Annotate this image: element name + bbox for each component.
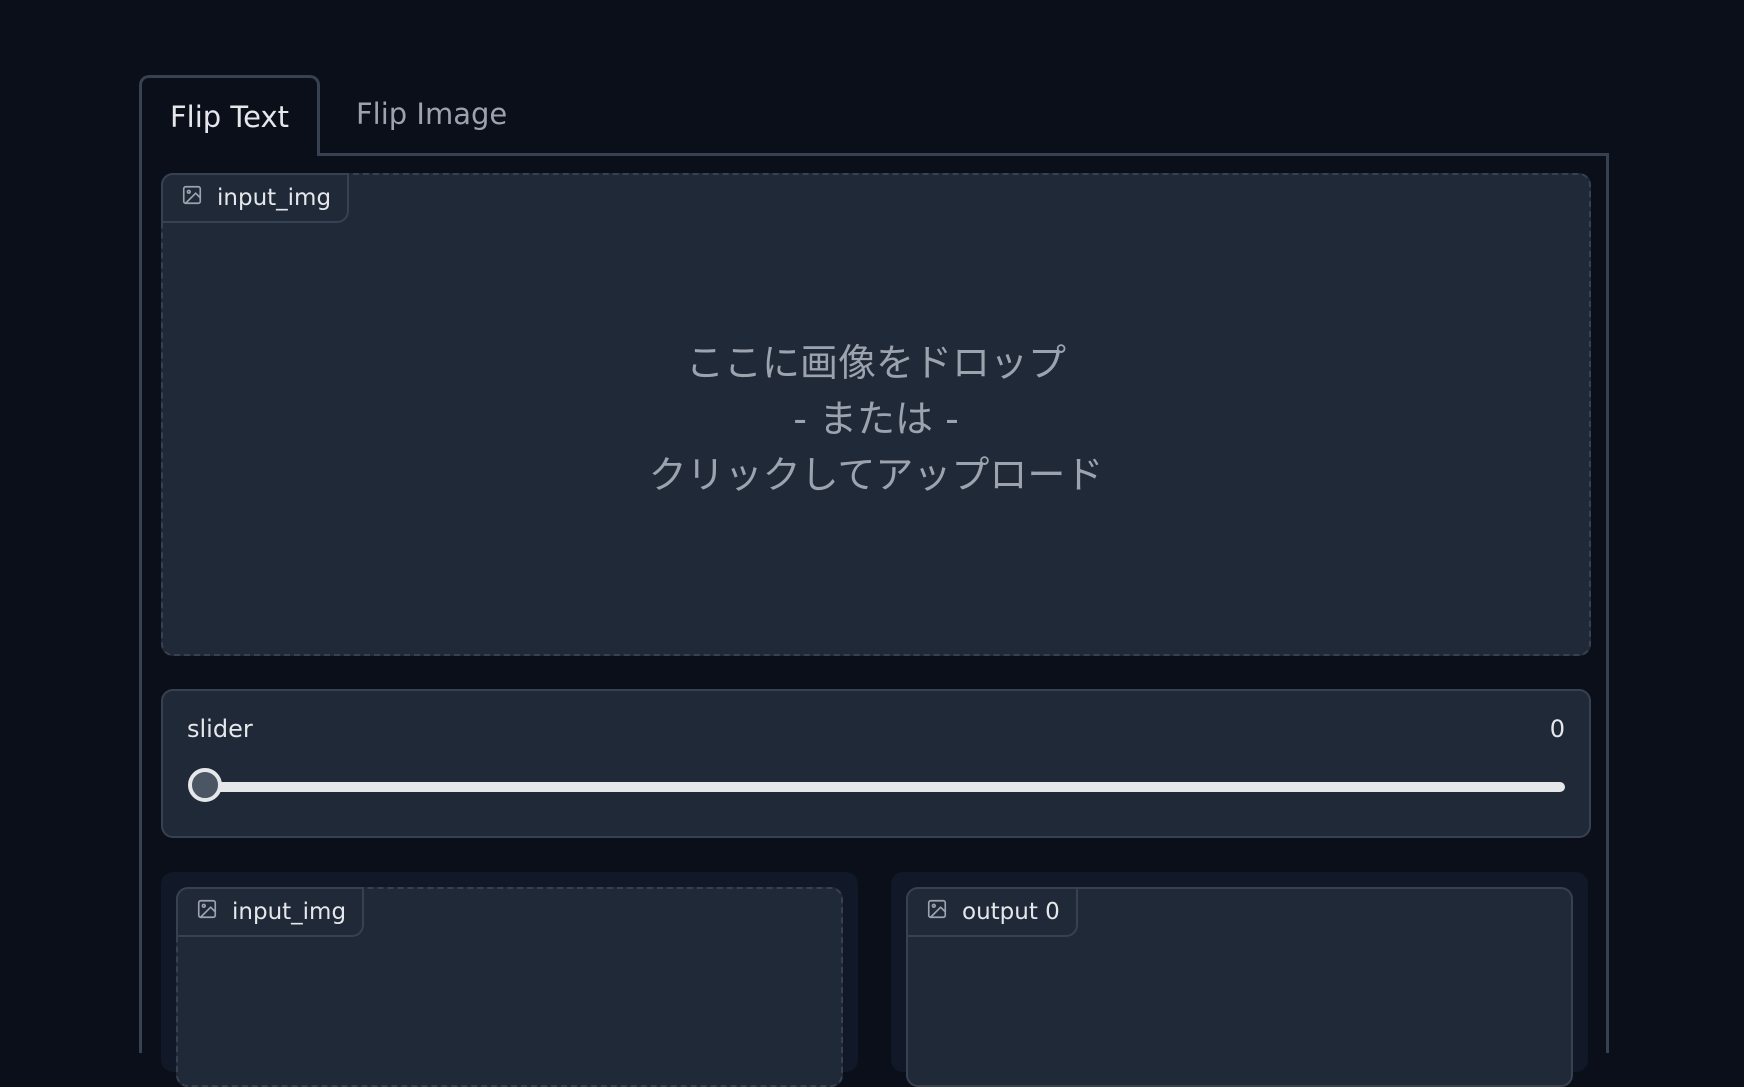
slider-track[interactable]	[207, 782, 1565, 792]
tabs-container: Flip Text Flip Image input_img ここに画像をドロッ…	[139, 75, 1609, 1087]
slider-block: slider 0	[161, 689, 1591, 838]
slider-value[interactable]: 0	[1550, 715, 1565, 743]
output-image-block: output 0	[906, 887, 1573, 1087]
drop-line-2: - または -	[793, 397, 959, 441]
block-label: input_img	[176, 887, 365, 937]
tab-flip-image[interactable]: Flip Image	[320, 75, 541, 153]
tab-bar: Flip Text Flip Image	[139, 75, 1609, 156]
slider-label: slider	[187, 715, 253, 743]
drop-instructions: ここに画像をドロップ - または - クリックしてアップロード	[163, 335, 1589, 503]
block-label: output 0	[906, 887, 1078, 937]
image-icon	[926, 898, 948, 926]
tab-panel-flip-text: input_img ここに画像をドロップ - または - クリックしてアップロー…	[139, 153, 1609, 1087]
input-image-block[interactable]: input_img	[176, 887, 843, 1087]
drop-line-1: ここに画像をドロップ	[685, 341, 1066, 385]
slider-thumb[interactable]	[188, 768, 222, 802]
drop-line-3: クリックしてアップロード	[648, 453, 1104, 497]
output-image-label: output 0	[962, 899, 1060, 925]
image-upload-dropzone[interactable]: input_img ここに画像をドロップ - または - クリックしてアップロー…	[161, 173, 1591, 656]
image-icon	[181, 184, 203, 212]
output-panel: output 0	[891, 872, 1588, 1087]
upload-label-text: input_img	[217, 185, 332, 211]
input-image-label: input_img	[232, 899, 347, 925]
block-label: input_img	[161, 173, 350, 223]
input-preview-panel: input_img	[161, 872, 858, 1087]
image-icon	[196, 898, 218, 926]
tab-flip-text[interactable]: Flip Text	[139, 75, 320, 156]
